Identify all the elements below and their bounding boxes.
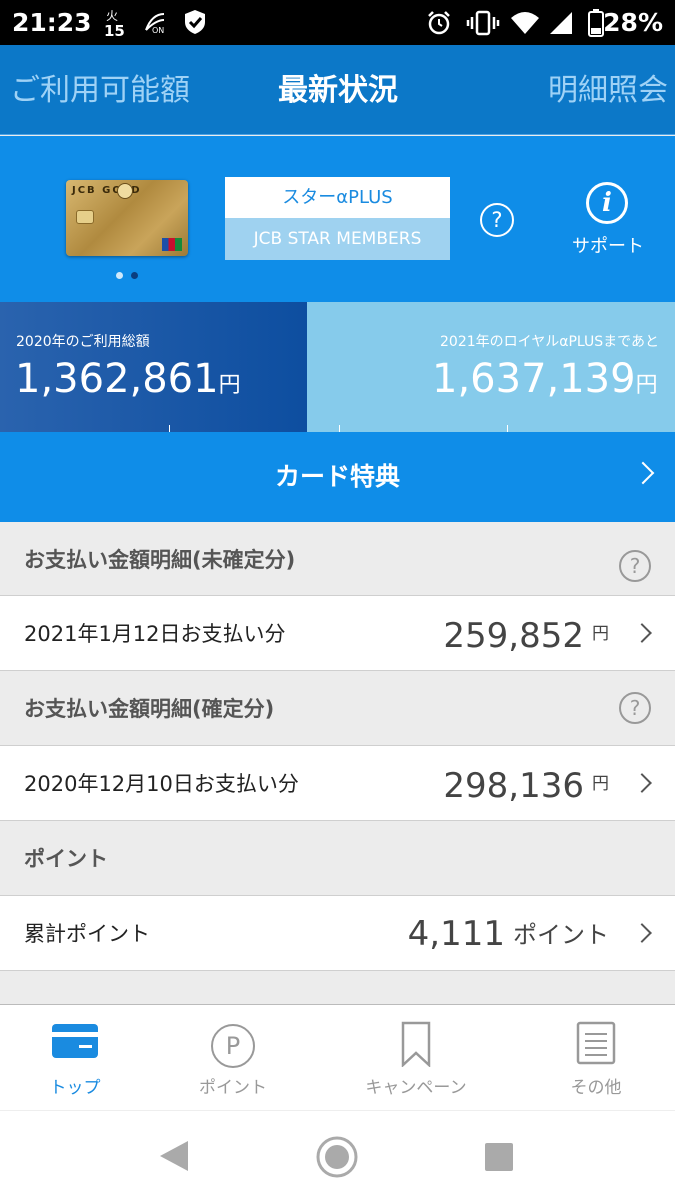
- total-points-value: 4,111 ポイント: [407, 914, 609, 954]
- progress-tick: [507, 425, 508, 432]
- confirmed-section-title: お支払い金額明細(確定分): [24, 697, 275, 721]
- help-icon[interactable]: ?: [619, 692, 651, 724]
- nav-top-label: トップ: [49, 1078, 101, 1098]
- unconfirmed-section-title: お支払い金額明細(未確定分): [24, 548, 296, 572]
- nav-other-label: その他: [570, 1078, 622, 1098]
- vibrate-icon: [466, 10, 500, 36]
- confirmed-payment-row[interactable]: 2020年12月10日お支払い分 298,136 円: [0, 746, 675, 821]
- info-icon[interactable]: i: [586, 182, 628, 224]
- payment-amount: 259,852 円: [443, 616, 609, 656]
- nfc-on-icon: ON: [145, 13, 164, 35]
- unconfirmed-payment-row[interactable]: 2021年1月12日お支払い分 259,852 円: [0, 596, 675, 671]
- chevron-right-icon: [632, 773, 652, 793]
- nav-top[interactable]: トップ: [0, 1005, 159, 1111]
- top-tab-bar: ご利用可能額 最新状況 明細照会: [0, 45, 675, 135]
- home-icon[interactable]: [315, 1135, 359, 1179]
- battery-icon: [588, 9, 604, 37]
- status-rank-label: スターαPLUS: [225, 177, 450, 218]
- alarm-icon: [428, 11, 450, 35]
- bottom-navigation: トップ P ポイント キャンペーン その他: [0, 1004, 675, 1110]
- confirmed-section-header: お支払い金額明細(確定分) ?: [0, 671, 675, 746]
- jcb-logo-icon: [162, 238, 182, 251]
- progress-tick: [169, 425, 170, 432]
- points-section-header: ポイント: [0, 821, 675, 896]
- back-icon[interactable]: [158, 1139, 190, 1173]
- nav-campaign-label: キャンペーン: [365, 1078, 467, 1098]
- yen-unit: 円: [218, 373, 241, 398]
- status-program-label: JCB STAR MEMBERS: [225, 218, 450, 260]
- nav-campaign[interactable]: キャンペーン: [332, 1005, 500, 1111]
- card-hero: JCB GOLD スターαPLUS JCB STAR MEMBERS ? i サ…: [0, 136, 675, 302]
- annual-usage-value: 1,362,861円: [15, 356, 241, 402]
- annual-usage-panel: 2020年のご利用総額 1,362,861円: [0, 302, 307, 432]
- total-points-label: 累計ポイント: [24, 922, 150, 946]
- shield-check-icon: [185, 10, 205, 34]
- tab-available-amount[interactable]: ご利用可能額: [10, 45, 190, 135]
- total-points-row[interactable]: 累計ポイント 4,111 ポイント: [0, 896, 675, 971]
- signal-icon: [550, 12, 572, 34]
- annual-usage-label: 2020年のご利用総額: [16, 334, 150, 350]
- card-emblem-icon: [117, 183, 133, 199]
- svg-text:P: P: [226, 1032, 240, 1060]
- points-section-title: ポイント: [24, 847, 108, 871]
- card-icon: [52, 1024, 98, 1058]
- unconfirmed-section-header: お支払い金額明細(未確定分) ?: [0, 522, 675, 596]
- nav-point-label: ポイント: [199, 1078, 267, 1098]
- list-icon: [576, 1021, 616, 1065]
- bookmark-icon: [401, 1021, 431, 1067]
- nav-other[interactable]: その他: [512, 1005, 675, 1111]
- card-chip-icon: [76, 210, 94, 224]
- svg-text:15: 15: [104, 22, 125, 38]
- svg-text:火: 火: [106, 9, 118, 23]
- recents-icon[interactable]: [484, 1142, 514, 1172]
- tab-statement[interactable]: 明細照会: [548, 45, 668, 135]
- pager-dot-active: [131, 272, 138, 279]
- next-rank-panel: 2021年のロイヤルαPLUSまであと 1,637,139円: [307, 302, 675, 432]
- app-screen: { "status_bar": { "time": "21:23", "date…: [0, 0, 675, 1200]
- chevron-right-icon: [632, 623, 652, 643]
- status-help-icon[interactable]: ?: [480, 203, 514, 237]
- payment-date-label: 2021年1月12日お支払い分: [24, 622, 286, 646]
- support-label[interactable]: サポート: [568, 232, 648, 258]
- yen-unit: 円: [592, 774, 609, 794]
- progress-tick: [339, 425, 340, 432]
- next-rank-remaining-value: 1,637,139円: [432, 356, 658, 402]
- nav-point[interactable]: P ポイント: [149, 1005, 317, 1111]
- payment-date-label: 2020年12月10日お支払い分: [24, 772, 299, 796]
- pager-dot: [116, 272, 123, 279]
- status-bar: 21:23 火 15 ON 28%: [0, 0, 675, 45]
- card-image[interactable]: JCB GOLD: [66, 180, 188, 256]
- yen-unit: 円: [592, 624, 609, 644]
- help-icon[interactable]: ?: [619, 550, 651, 582]
- system-navigation-bar: [0, 1110, 675, 1200]
- calendar-date-icon: 火 15: [104, 9, 125, 38]
- next-rank-label: 2021年のロイヤルαPLUSまであと: [440, 334, 659, 350]
- points-unit: ポイント: [513, 921, 609, 949]
- tab-latest-status[interactable]: 最新状況: [278, 45, 398, 135]
- member-status-box: スターαPLUS JCB STAR MEMBERS: [225, 177, 450, 260]
- clock-time: 21:23: [12, 8, 92, 37]
- card-benefit-button[interactable]: カード特典: [0, 432, 675, 522]
- wifi-icon: [511, 12, 539, 34]
- point-icon: P: [211, 1024, 255, 1068]
- payment-amount: 298,136 円: [443, 766, 609, 806]
- battery-percent: 28%: [603, 8, 663, 37]
- chevron-right-icon: [632, 923, 652, 943]
- card-benefit-label: カード特典: [274, 462, 400, 491]
- svg-text:ON: ON: [152, 26, 164, 35]
- yen-unit: 円: [635, 373, 658, 398]
